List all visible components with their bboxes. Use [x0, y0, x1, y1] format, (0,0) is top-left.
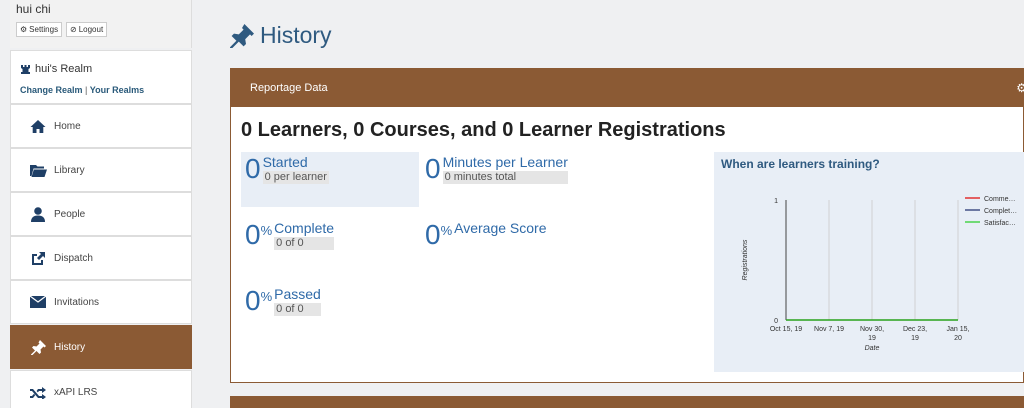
- sidebar-item-dispatch[interactable]: Dispatch: [10, 236, 192, 280]
- ban-icon: ⊘: [70, 25, 77, 34]
- stat-sub: 0 per learner: [262, 171, 329, 184]
- next-panel-header: [230, 396, 1024, 408]
- x-tick-label: Oct 15, 19: [770, 326, 802, 333]
- rook-icon: [21, 64, 30, 74]
- your-realms-link[interactable]: Your Realms: [90, 85, 144, 95]
- stat-value: 0: [425, 153, 441, 184]
- stat-percent: %: [440, 223, 453, 238]
- stat-average-score: 0 % Average Score: [425, 220, 547, 250]
- summary-headline: 0 Learners, 0 Courses, and 0 Learner Reg…: [241, 119, 726, 141]
- realm-title: hui's Realm: [20, 63, 92, 75]
- stat-value: 0: [425, 219, 441, 250]
- y-axis-label: Registrations: [742, 239, 749, 280]
- legend-label: Complet…: [984, 208, 1017, 215]
- x-axis-label: Date: [865, 345, 880, 352]
- stat-sub: 0 minutes total: [442, 171, 568, 184]
- stat-percent: %: [260, 223, 273, 238]
- share-icon: [29, 249, 47, 267]
- stat-complete: 0 % Complete 0 of 0: [245, 219, 335, 250]
- stat-value: 0: [245, 153, 261, 184]
- x-tick-label: Dec 23, 19: [903, 326, 927, 342]
- realm-name: hui's Realm: [35, 63, 93, 75]
- logout-button[interactable]: ⊘ Logout: [66, 22, 108, 37]
- panel-header-title: Reportage Data: [250, 82, 328, 94]
- sidebar: hui chi ⚙ Settings ⊘ Logout hui's Realm …: [0, 0, 192, 408]
- y-tick-label: 1: [774, 198, 778, 205]
- realm-box: hui's Realm Change Realm | Your Realms: [10, 50, 192, 104]
- stat-passed: 0 % Passed 0 of 0: [245, 286, 321, 316]
- sidebar-item-label: Home: [54, 120, 81, 132]
- shuffle-icon: [29, 383, 47, 401]
- stat-value: 0: [245, 219, 261, 250]
- sidebar-item-label: xAPI LRS: [54, 386, 98, 398]
- logout-label: Logout: [78, 25, 104, 34]
- sidebar-item-xapi-lrs[interactable]: xAPI LRS: [10, 370, 192, 408]
- stat-value: 0: [245, 285, 261, 316]
- sidebar-item-label: Library: [54, 164, 85, 176]
- stat-sub: 0 of 0: [274, 303, 321, 316]
- home-icon: [29, 117, 47, 135]
- sidebar-item-home[interactable]: Home: [10, 104, 192, 148]
- reportage-panel: Reportage Data ⚙ 0 Learners, 0 Courses, …: [230, 68, 1024, 383]
- page-title: History: [230, 22, 332, 49]
- change-realm-link[interactable]: Change Realm: [20, 85, 83, 95]
- sidebar-item-history[interactable]: History: [10, 325, 192, 369]
- stat-label[interactable]: Complete: [274, 220, 334, 236]
- person-icon: [29, 205, 47, 223]
- x-tick-label: Jan 15, 20: [947, 326, 970, 342]
- sidebar-item-label: Dispatch: [54, 252, 93, 264]
- stat-started: 0 Started 0 per learner: [241, 152, 419, 207]
- legend-label: Satisfac…: [984, 220, 1016, 227]
- stat-minutes: 0 Minutes per Learner 0 minutes total: [425, 154, 568, 184]
- stat-label[interactable]: Passed: [274, 286, 321, 302]
- envelope-icon: [29, 293, 47, 311]
- user-box: hui chi ⚙ Settings ⊘ Logout: [10, 0, 192, 48]
- chart-svg: 1 0Oct 15, 19 Nov 7, 19 Nov 30, 19 Dec 23, 19 J…: [742, 196, 1017, 352]
- stat-label[interactable]: Average Score: [454, 220, 546, 236]
- realm-separator: |: [85, 85, 88, 95]
- legend-label: Comme…: [984, 196, 1016, 203]
- sidebar-item-library[interactable]: Library: [10, 148, 192, 192]
- sidebar-item-people[interactable]: People: [10, 192, 192, 236]
- stat-label[interactable]: Minutes per Learner: [443, 154, 568, 170]
- sidebar-item-invitations[interactable]: Invitations: [10, 280, 192, 324]
- gear-icon: ⚙: [20, 25, 28, 34]
- sidebar-item-label: Invitations: [54, 296, 100, 308]
- sidebar-item-label: History: [54, 341, 86, 353]
- pushpin-icon: [29, 338, 47, 356]
- x-tick-label: Nov 7, 19: [814, 326, 844, 333]
- stat-percent: %: [260, 289, 273, 304]
- settings-label: Settings: [29, 25, 59, 34]
- stat-sub: 0 of 0: [274, 237, 335, 250]
- sidebar-item-label: People: [54, 208, 86, 220]
- gear-icon[interactable]: ⚙: [1016, 81, 1024, 95]
- training-chart: When are learners training? 1 0 Oct 15, 19…: [714, 152, 1024, 372]
- pushpin-icon: [230, 23, 254, 48]
- x-tick-label: Nov 30, 19: [860, 326, 884, 342]
- stat-label[interactable]: Started: [263, 154, 329, 170]
- settings-button[interactable]: ⚙ Settings: [16, 22, 63, 37]
- y-tick-label: 0: [774, 318, 778, 325]
- user-name: hui chi: [16, 2, 51, 16]
- realm-links: Change Realm | Your Realms: [20, 85, 144, 95]
- panel-header: Reportage Data ⚙: [231, 69, 1024, 107]
- folder-icon: [29, 161, 47, 179]
- page-title-text: History: [260, 22, 332, 48]
